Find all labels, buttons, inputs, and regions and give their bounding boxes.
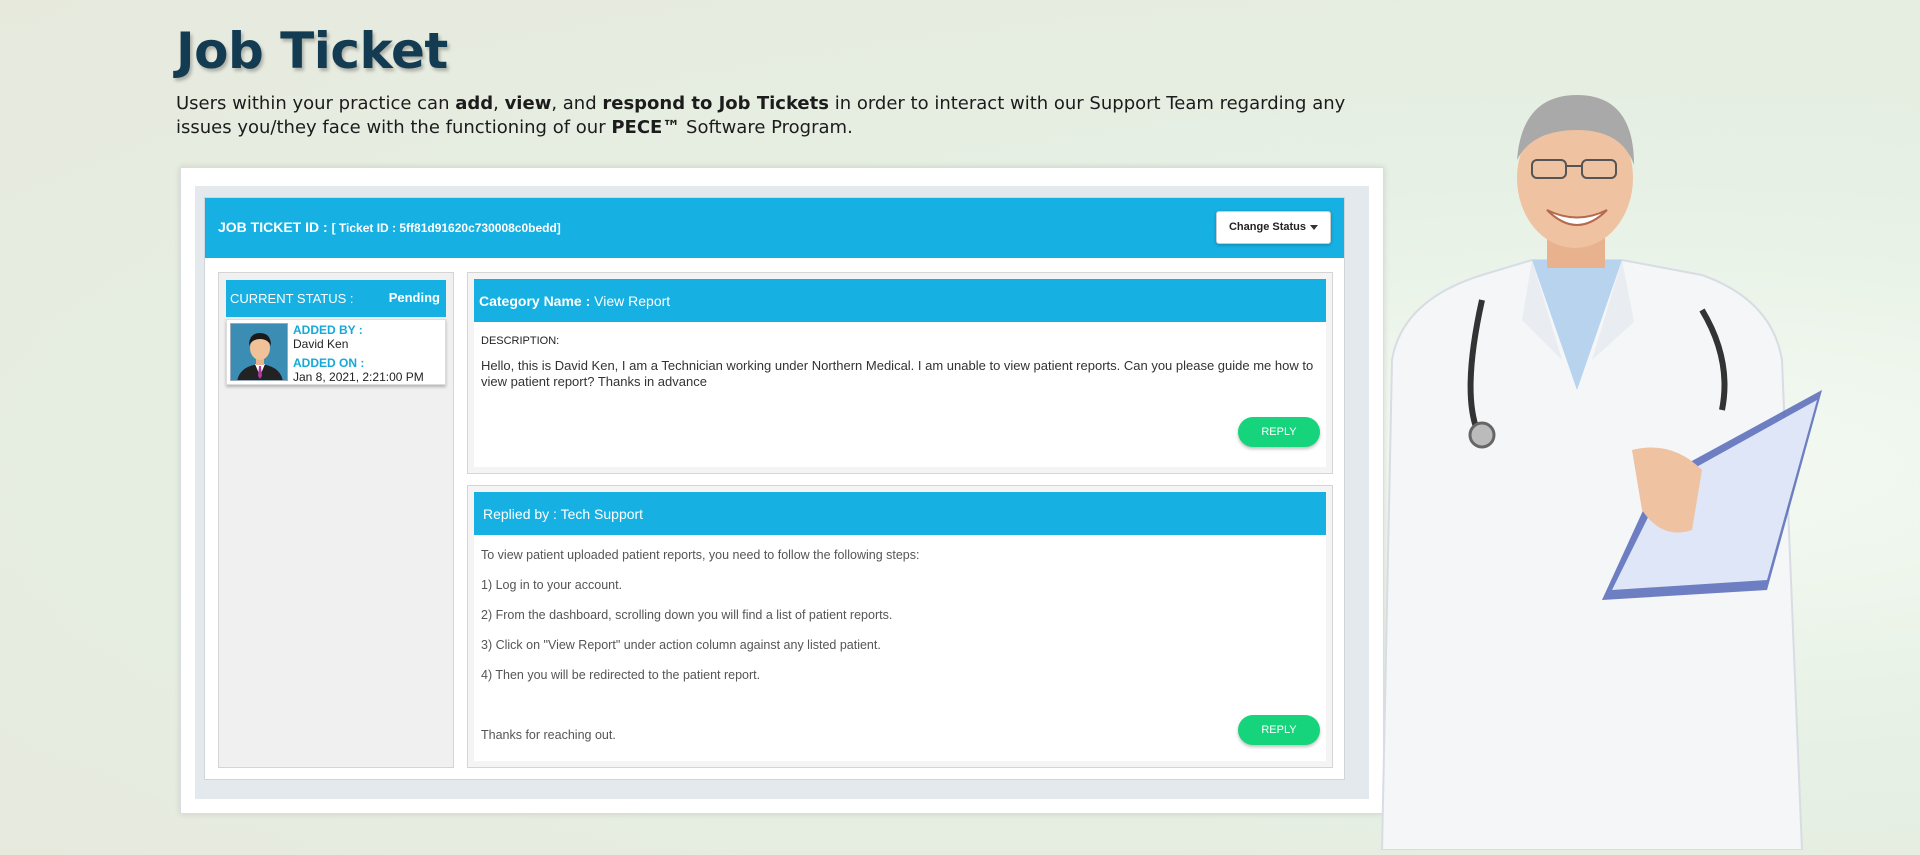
change-status-label: Change Status xyxy=(1228,221,1306,233)
added-by-card: ADDED BY : David Ken ADDED ON : Jan 8, 2… xyxy=(226,319,446,385)
reply-line-closing: Thanks for reaching out. xyxy=(481,728,616,742)
replied-by-header: Replied by : Tech Support xyxy=(474,492,1326,535)
reply-panel-inner: Replied by : Tech Support To view patien… xyxy=(474,492,1326,761)
description-label: DESCRIPTION: xyxy=(481,335,560,347)
doctor-illustration xyxy=(1372,60,1832,851)
category-value: View Report xyxy=(594,293,671,309)
ticket-sidebar: CURRENT STATUS : Pending ADDED BY: Davi… xyxy=(218,272,454,768)
reply-line-step1: 1) Log in to your account. xyxy=(481,578,623,592)
reply-line-step2: 2) From the dashboard, scrolling down yo… xyxy=(481,608,893,622)
replied-by-label: Replied by : Tech Support xyxy=(483,506,644,522)
ticket-id: JOB TICKET ID : [ Ticket ID : 5ff81d9162… xyxy=(218,219,561,235)
category-header: Category Name : View Report xyxy=(474,279,1326,322)
added-by-label: ADDED BY : xyxy=(293,323,363,337)
added-meta: ADDED BY : David Ken ADDED ON : Jan 8, 2… xyxy=(293,323,424,389)
ticket-frame: JOB TICKET ID : [ Ticket ID : 5ff81d9162… xyxy=(180,167,1384,814)
page-intro: Users within your practice can add, view… xyxy=(176,93,1346,138)
reply-line-intro: To view patient uploaded patient reports… xyxy=(481,548,920,562)
added-on-label: ADDED ON : xyxy=(293,356,365,370)
reply-line-step4: 4) Then you will be redirected to the pa… xyxy=(481,668,761,682)
status-label: CURRENT STATUS : xyxy=(230,291,354,306)
description-text: Hello, this is David Ken, I am a Technic… xyxy=(481,358,1314,389)
page-title: Job Ticket xyxy=(176,22,448,80)
user-avatar-icon xyxy=(230,323,288,381)
status-badge: Pending xyxy=(388,290,440,305)
ticket-frame-inner: JOB TICKET ID : [ Ticket ID : 5ff81d9162… xyxy=(195,186,1369,799)
reply-line-step3: 3) Click on "View Report" under action c… xyxy=(481,638,881,652)
job-ticket-card: JOB TICKET ID : [ Ticket ID : 5ff81d9162… xyxy=(204,197,1345,780)
added-on-value: Jan 8, 2021, 2:21:00 PM xyxy=(293,370,424,384)
category-label: Category Name : xyxy=(479,293,595,309)
current-status-bar: CURRENT STATUS : Pending xyxy=(226,280,446,317)
reply-button-2[interactable]: REPLY xyxy=(1238,715,1320,745)
change-status-dropdown[interactable]: Change Status xyxy=(1216,211,1331,244)
caret-down-icon xyxy=(1310,224,1318,230)
added-by-value: David Ken xyxy=(293,337,349,351)
reply-panel: Replied by : Tech Support To view patien… xyxy=(467,485,1333,768)
ticket-header: JOB TICKET ID : [ Ticket ID : 5ff81d9162… xyxy=(205,198,1344,258)
reply-button[interactable]: REPLY xyxy=(1238,417,1320,447)
ticket-description-panel: Category Name : View Report DESCRIPTION:… xyxy=(467,272,1333,474)
ticket-description-inner: Category Name : View Report DESCRIPTION:… xyxy=(474,279,1326,467)
